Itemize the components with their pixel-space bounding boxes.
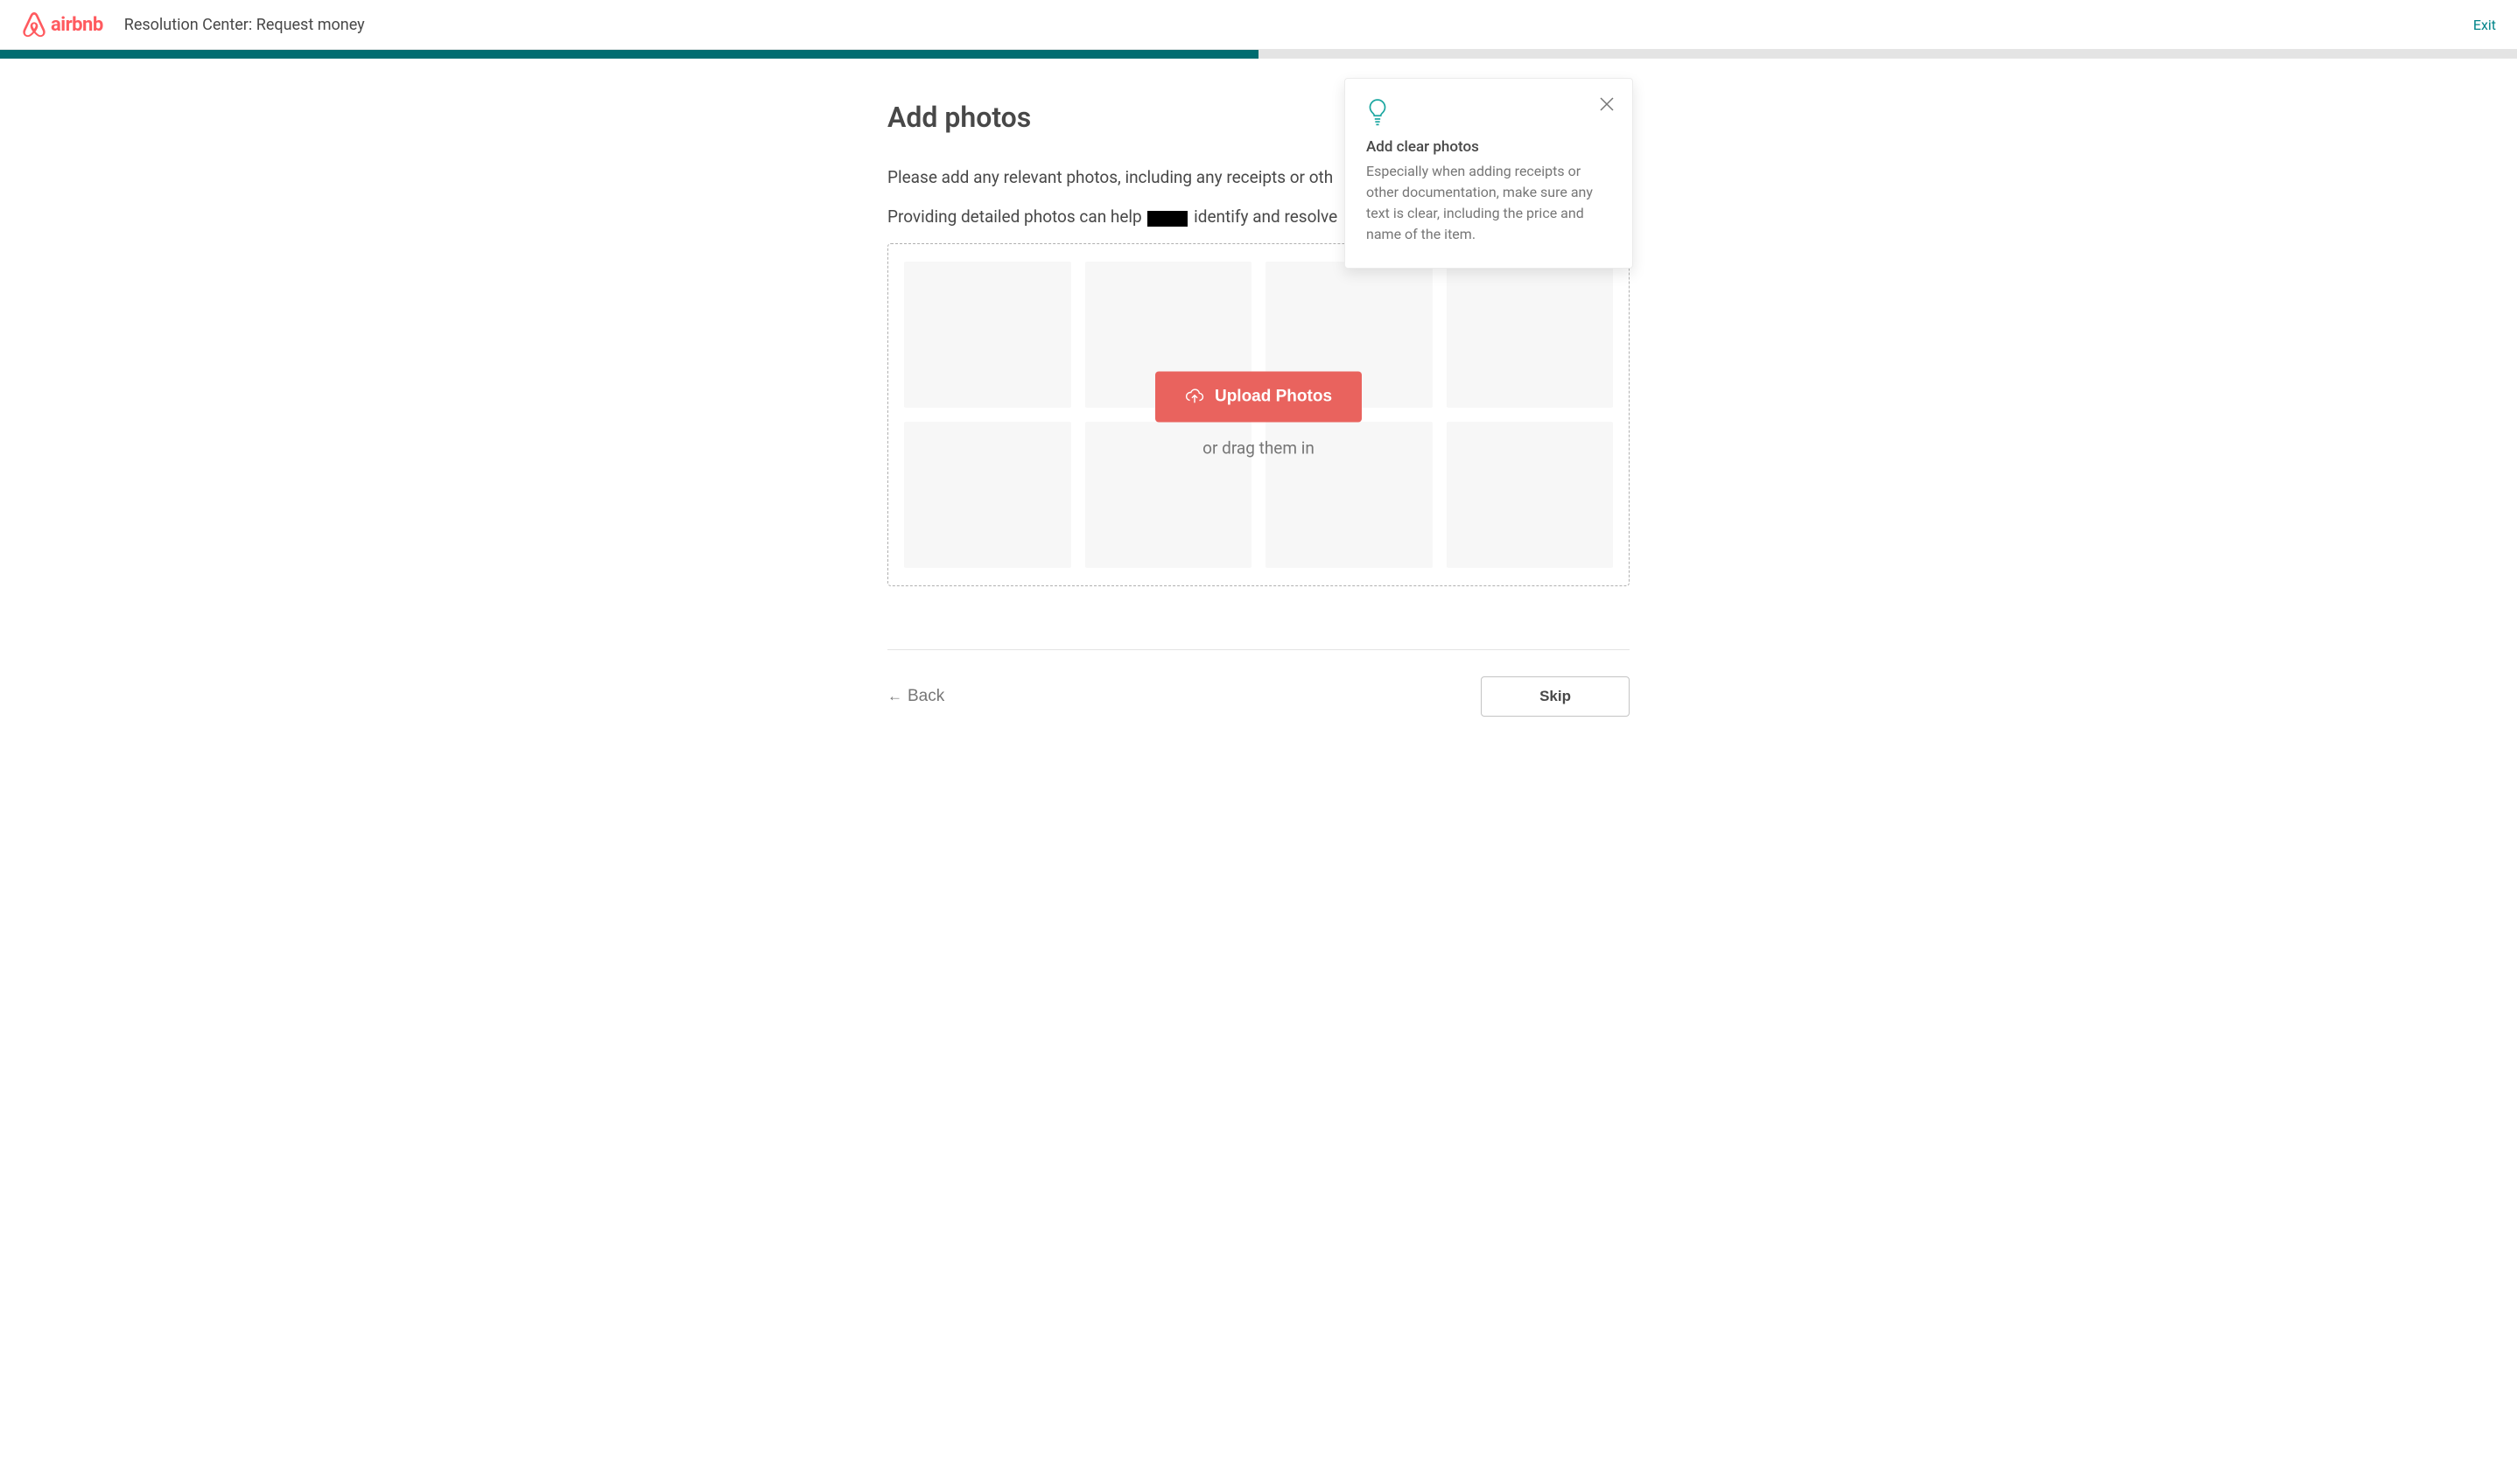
header-left: airbnb Resolution Center: Request money (21, 10, 365, 38)
skip-button[interactable]: Skip (1481, 676, 1630, 717)
drag-hint: or drag them in (1202, 438, 1315, 458)
redacted-name (1147, 211, 1188, 227)
close-icon (1599, 96, 1615, 112)
tip-body: Especially when adding receipts or other… (1366, 161, 1611, 245)
exit-link[interactable]: Exit (2473, 17, 2496, 33)
back-button[interactable]: ← Back (887, 687, 944, 706)
progress-bar (0, 50, 2517, 59)
lightbulb-icon (1366, 98, 1611, 130)
main-content: Add photos Please add any relevant photo… (887, 59, 1630, 738)
airbnb-logo[interactable]: airbnb (21, 10, 103, 38)
footer-actions: ← Back Skip (887, 650, 1630, 738)
instruction-line-2-suffix: identify and resolve (1189, 206, 1337, 227)
header-bar: airbnb Resolution Center: Request money … (0, 0, 2517, 50)
progress-fill (0, 50, 1258, 59)
cloud-upload-icon (1185, 389, 1204, 405)
page-context-title: Resolution Center: Request money (124, 16, 365, 34)
upload-button-label: Upload Photos (1215, 388, 1332, 407)
airbnb-belo-icon (21, 10, 47, 38)
drop-overlay: Upload Photos or drag them in (888, 372, 1629, 458)
photo-dropzone[interactable]: Upload Photos or drag them in (887, 243, 1630, 586)
upload-photos-button[interactable]: Upload Photos (1155, 372, 1362, 423)
instruction-line-2-prefix: Providing detailed photos can help (887, 206, 1146, 227)
tip-title: Add clear photos (1366, 138, 1611, 156)
tip-card: Add clear photos Especially when adding … (1344, 78, 1633, 269)
instruction-line-1-text: Please add any relevant photos, includin… (887, 167, 1333, 187)
tip-close-button[interactable] (1599, 96, 1616, 114)
arrow-left-icon: ← (887, 688, 902, 705)
back-label: Back (908, 687, 944, 706)
brand-name: airbnb (51, 14, 103, 36)
